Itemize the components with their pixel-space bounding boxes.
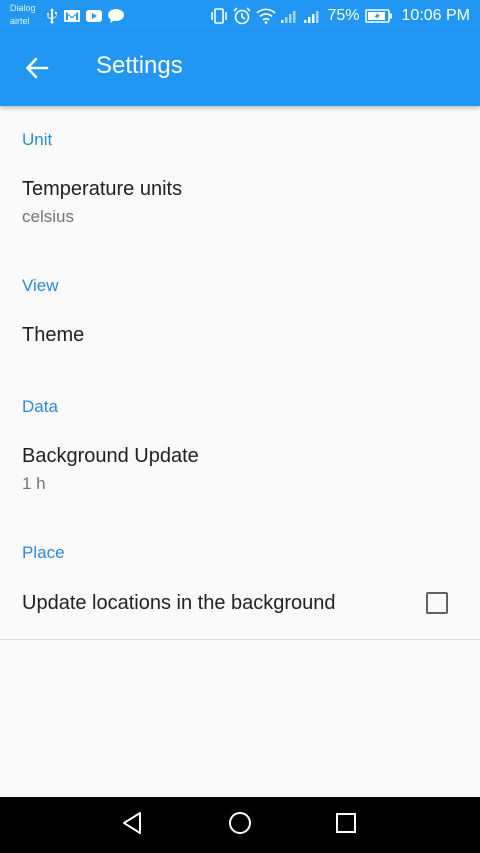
youtube-icon [86, 10, 102, 22]
carrier-1: Dialog [10, 3, 36, 13]
nav-back-button[interactable] [118, 811, 146, 839]
status-bar: Dialog airtel 75% 10:06 PM [0, 0, 480, 32]
category-header-view: View [22, 276, 59, 295]
pref-update-locations-background[interactable]: Update locations in the background [0, 576, 480, 638]
clock: 10:06 PM [401, 7, 470, 24]
wifi-icon [256, 8, 277, 24]
usb-icon [46, 8, 58, 24]
battery-percent: 75% [327, 7, 360, 24]
pref-theme[interactable]: Theme [0, 308, 480, 368]
recents-square-icon [335, 812, 357, 838]
nav-home-button[interactable] [226, 811, 254, 839]
category-header-place: Place [22, 543, 65, 562]
pref-title: Update locations in the background [22, 592, 336, 614]
pref-background-update[interactable]: Background Update 1 h [0, 429, 480, 507]
system-icons: 75% 10:06 PM [210, 6, 470, 26]
signal-icon [304, 9, 322, 23]
gmail-icon [64, 10, 80, 22]
back-triangle-icon [121, 811, 143, 839]
page-title: Settings [96, 52, 183, 79]
vibrate-icon [210, 8, 228, 24]
pref-summary: 1 h [22, 474, 46, 493]
carrier-2: airtel [10, 16, 30, 26]
nav-recents-button[interactable] [332, 811, 360, 839]
category-header-data: Data [22, 397, 58, 416]
category-header-unit: Unit [22, 130, 53, 149]
pref-title: Temperature units [22, 178, 183, 200]
pref-temperature-units[interactable]: Temperature units celsius [0, 162, 480, 240]
pref-title: Theme [22, 324, 85, 346]
carrier-labels: Dialog airtel [10, 2, 44, 28]
notification-icons [46, 8, 124, 24]
chat-icon [108, 9, 124, 23]
divider [0, 639, 480, 640]
update-locations-checkbox[interactable] [426, 592, 448, 614]
alarm-icon [233, 7, 252, 25]
app-bar: Settings [0, 32, 480, 106]
pref-summary: celsius [22, 207, 74, 226]
navigation-bar [0, 797, 480, 853]
battery-charging-icon [364, 9, 393, 23]
pref-title: Background Update [22, 445, 199, 467]
arrow-left-icon [25, 57, 49, 83]
back-button[interactable] [16, 49, 58, 91]
signal-icon [281, 9, 299, 23]
home-circle-icon [228, 811, 252, 839]
